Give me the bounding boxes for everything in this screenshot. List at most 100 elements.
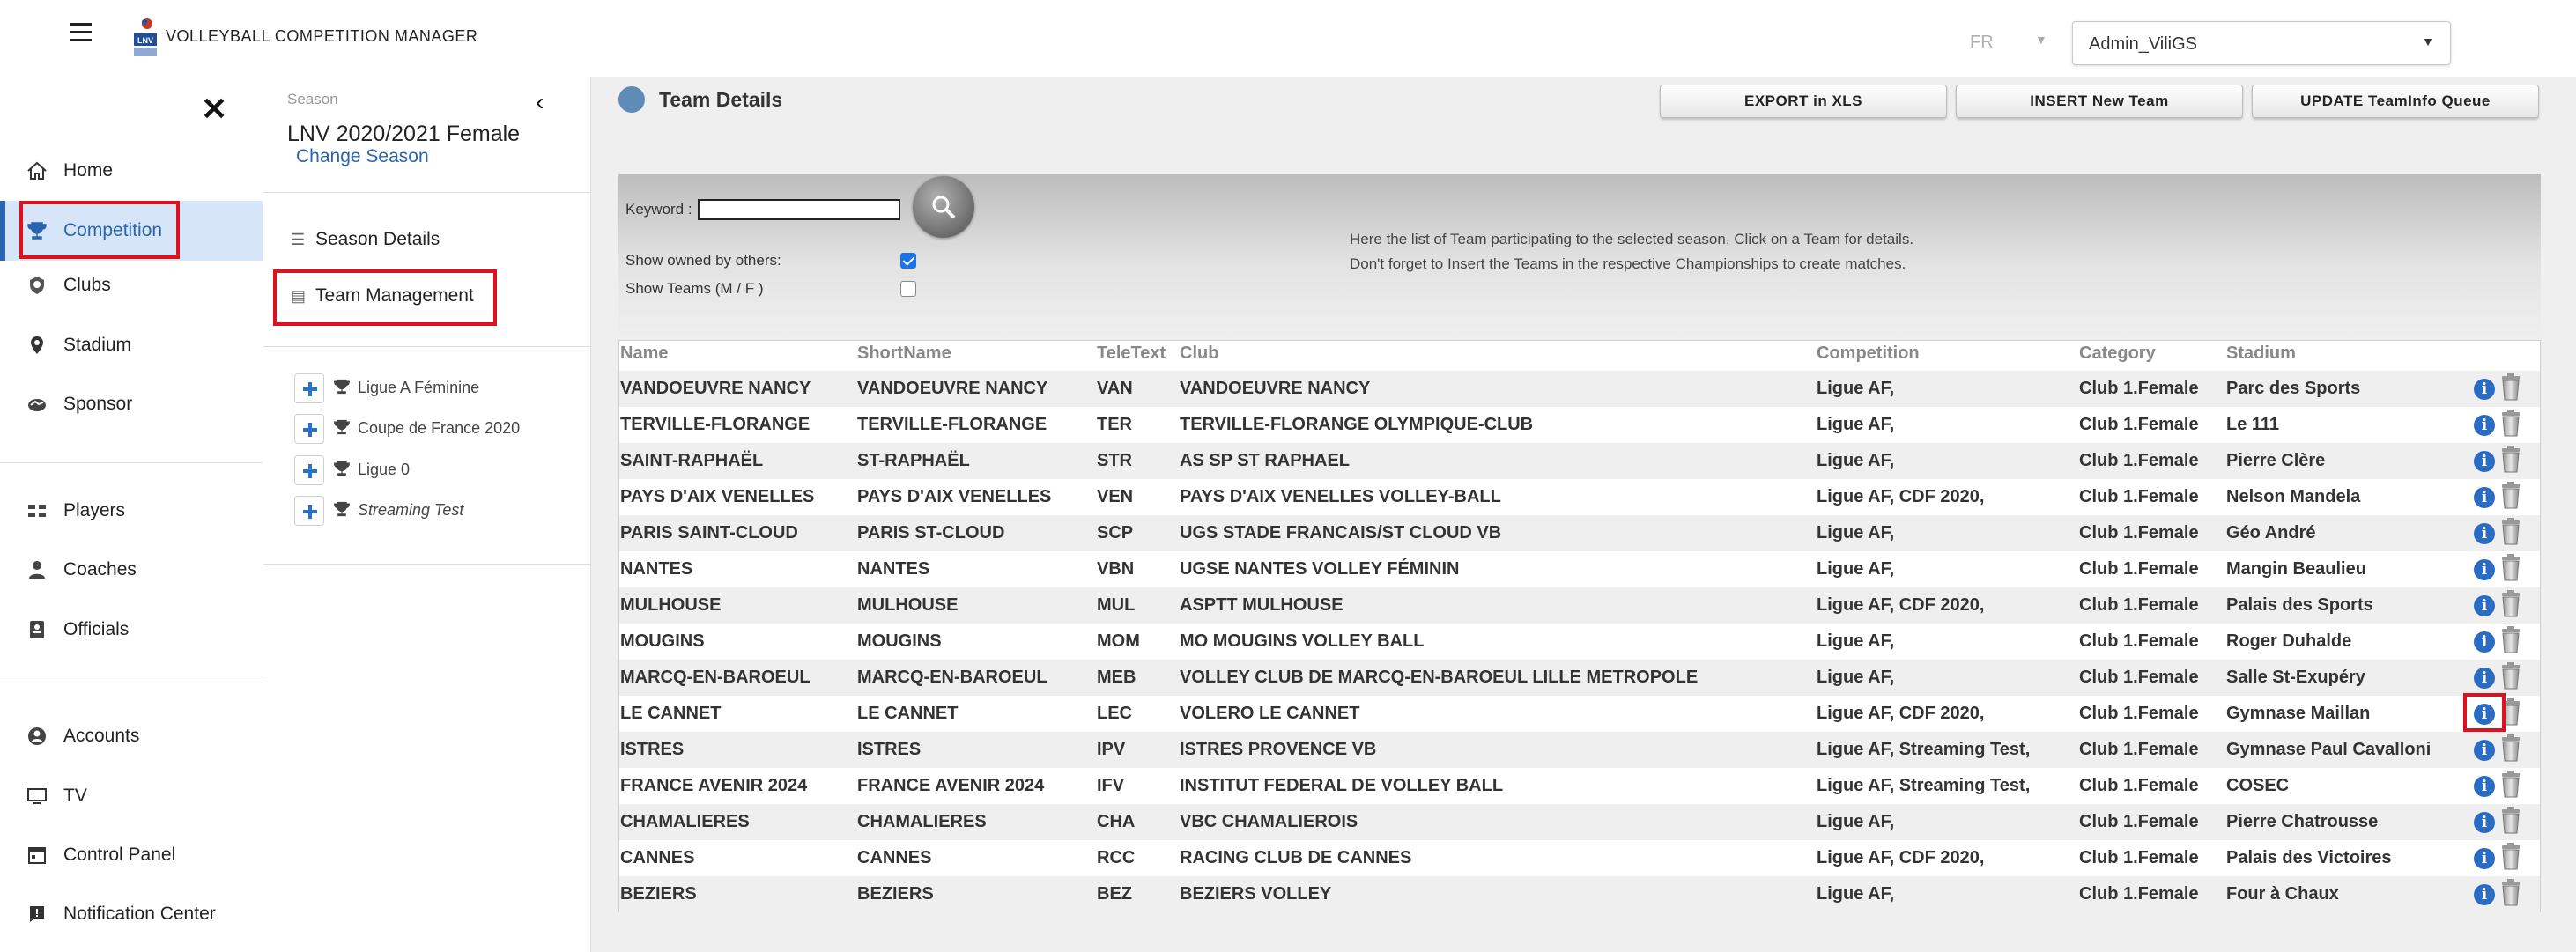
app-title: VOLLEYBALL COMPETITION MANAGER <box>166 27 478 45</box>
show-teams-mf-checkbox[interactable] <box>900 281 916 297</box>
championship-name: Ligue A Féminine <box>358 379 480 396</box>
trash-icon[interactable] <box>2500 770 2521 798</box>
info-icon[interactable]: i <box>2474 559 2495 580</box>
trash-icon[interactable] <box>2500 734 2521 762</box>
sidebar-item-control-panel[interactable]: Control Panel <box>0 825 263 885</box>
table-row[interactable]: MARCQ-EN-BAROEUL MARCQ-EN-BAROEUL MEB VOLLE… <box>619 660 2540 696</box>
season-details-link[interactable]: ☰ Season Details <box>291 229 440 250</box>
table-cell: VANDOEUVRE NANCY <box>620 379 811 398</box>
table-cell: MEB <box>1097 668 1136 687</box>
table-row[interactable]: BEZIERS BEZIERS BEZ BEZIERS VOLLEY Ligue AF,… <box>619 876 2540 912</box>
add-championship-icon[interactable] <box>294 496 324 526</box>
table-cell: Club 1.Female <box>2079 487 2199 506</box>
sidebar-item-coaches[interactable]: Coaches <box>0 540 263 600</box>
trash-icon[interactable] <box>2500 553 2521 581</box>
table-cell: Ligue AF, CDF 2020, <box>1817 848 1985 867</box>
table-row[interactable]: SAINT-RAPHAËL ST-RAPHAËL STR AS SP ST RAPHA… <box>619 443 2540 479</box>
trash-icon[interactable] <box>2500 878 2521 906</box>
table-row[interactable]: MOUGINS MOUGINS MOM MO MOUGINS VOLLEY BALL L… <box>619 624 2540 660</box>
trash-icon[interactable] <box>2500 373 2521 401</box>
table-cell: CANNES <box>857 848 932 867</box>
table-cell: MOUGINS <box>857 631 942 651</box>
column-header-shortname[interactable]: ShortName <box>857 343 951 364</box>
table-row[interactable]: LE CANNET LE CANNET LEC VOLERO LE CANNET Lig… <box>619 696 2540 732</box>
info-icon[interactable]: i <box>2474 523 2495 544</box>
hamburger-menu-icon[interactable] <box>70 23 92 42</box>
table-row[interactable]: NANTES NANTES VBN UGSE NANTES VOLLEY FÉMINI… <box>619 551 2540 587</box>
table-row[interactable]: CANNES CANNES RCC RACING CLUB DE CANNES Ligu… <box>619 840 2540 876</box>
trash-icon[interactable] <box>2500 625 2521 653</box>
trash-icon[interactable] <box>2500 481 2521 509</box>
table-row[interactable]: PARIS SAINT-CLOUD PARIS ST-CLOUD SCP UGS ST… <box>619 515 2540 551</box>
column-header-stadium[interactable]: Stadium <box>2226 343 2296 364</box>
table-row[interactable]: PAYS D'AIX VENELLES PAYS D'AIX VENELLES VE… <box>619 479 2540 515</box>
info-icon[interactable]: i <box>2474 631 2495 653</box>
sidebar-item-tv[interactable]: TV <box>0 766 263 826</box>
sidebar-item-officials[interactable]: Officials <box>0 600 263 660</box>
keyword-input[interactable] <box>698 199 900 220</box>
info-icon[interactable]: i <box>2474 740 2495 761</box>
add-championship-icon[interactable] <box>294 373 324 403</box>
table-row[interactable]: TERVILLE-FLORANGE TERVILLE-FLORANGE TER TER… <box>619 407 2540 443</box>
info-icon[interactable]: i <box>2474 848 2495 869</box>
info-icon[interactable]: i <box>2474 884 2495 905</box>
table-cell: Four à Chaux <box>2226 884 2339 904</box>
info-icon[interactable]: i <box>2474 379 2495 400</box>
add-championship-icon[interactable] <box>294 414 324 444</box>
column-header-club[interactable]: Club <box>1180 343 1218 364</box>
championship-item[interactable]: Coupe de France 2020 <box>294 414 576 446</box>
sidebar-item-accounts[interactable]: Accounts <box>0 706 263 766</box>
table-cell: Club 1.Female <box>2079 704 2199 723</box>
column-header-competition[interactable]: Competition <box>1817 343 1920 364</box>
trash-icon[interactable] <box>2500 445 2521 473</box>
trash-icon[interactable] <box>2500 409 2521 437</box>
trash-icon[interactable] <box>2500 661 2521 690</box>
table-row[interactable]: MULHOUSE MULHOUSE MUL ASPTT MULHOUSE Ligue A… <box>619 587 2540 624</box>
table-cell: Ligue AF, CDF 2020, <box>1817 487 1985 506</box>
table-row[interactable]: CHAMALIERES CHAMALIERES CHA VBC CHAMALIEROI… <box>619 804 2540 840</box>
info-icon[interactable]: i <box>2474 415 2495 436</box>
table-row[interactable]: FRANCE AVENIR 2024 FRANCE AVENIR 2024 IFV I… <box>619 768 2540 804</box>
championship-item[interactable]: Ligue A Féminine <box>294 373 576 405</box>
table-cell: Pierre Chatrousse <box>2226 812 2379 831</box>
column-header-category[interactable]: Category <box>2079 343 2156 364</box>
info-icon[interactable]: i <box>2474 451 2495 472</box>
language-selector[interactable]: FR <box>1970 33 1994 53</box>
collapse-panel-icon[interactable]: ‹ <box>536 88 544 116</box>
info-icon[interactable]: i <box>2474 668 2495 689</box>
info-icon[interactable]: i <box>2474 776 2495 797</box>
search-button[interactable] <box>913 176 974 238</box>
trash-icon[interactable] <box>2500 842 2521 870</box>
sidebar-item-stadium[interactable]: Stadium <box>0 315 263 375</box>
sidebar-item-clubs[interactable]: Clubs <box>0 255 263 315</box>
sidebar-item-sponsor[interactable]: Sponsor <box>0 374 263 434</box>
info-icon[interactable]: i <box>2474 812 2495 833</box>
championship-item[interactable]: Streaming Test <box>294 496 576 528</box>
trash-icon[interactable] <box>2500 806 2521 834</box>
info-icon[interactable]: i <box>2474 487 2495 508</box>
championship-item[interactable]: Ligue 0 <box>294 455 576 487</box>
user-dropdown[interactable]: Admin_ViliGS ▼ <box>2072 21 2451 65</box>
update-teaminfo-button[interactable]: UPDATE TeamInfo Queue <box>2252 85 2539 118</box>
add-championship-icon[interactable] <box>294 455 324 485</box>
owned-by-others-checkbox[interactable] <box>900 253 916 269</box>
info-icon[interactable]: i <box>2474 595 2495 616</box>
language-caret-icon[interactable]: ▼ <box>2035 33 2047 47</box>
table-row[interactable]: ISTRES ISTRES IPV ISTRES PROVENCE VB Ligue A… <box>619 732 2540 768</box>
trash-icon[interactable] <box>2500 517 2521 545</box>
insert-team-button[interactable]: INSERT New Team <box>1956 85 2243 118</box>
trash-icon[interactable] <box>2500 589 2521 617</box>
column-header-name[interactable]: Name <box>620 343 668 364</box>
column-header-teletext[interactable]: TeleText <box>1097 343 1166 364</box>
sidebar-item-players[interactable]: Players <box>0 481 263 541</box>
keyword-label: Keyword : <box>625 201 692 218</box>
table-cell: Club 1.Female <box>2079 740 2199 759</box>
sidebar-item-notification-center[interactable]: Notification Center <box>0 884 263 944</box>
close-icon[interactable]: ✕ <box>201 93 227 125</box>
sidebar-item-home[interactable]: Home <box>0 141 263 201</box>
table-row[interactable]: VANDOEUVRE NANCY VANDOEUVRE NANCY VAN VANDO… <box>619 371 2540 407</box>
user-name: Admin_ViliGS <box>2089 34 2198 54</box>
export-xls-button[interactable]: EXPORT in XLS <box>1660 85 1947 118</box>
table-cell: Palais des Victoires <box>2226 848 2392 867</box>
change-season-link[interactable]: Change Season <box>296 146 429 167</box>
